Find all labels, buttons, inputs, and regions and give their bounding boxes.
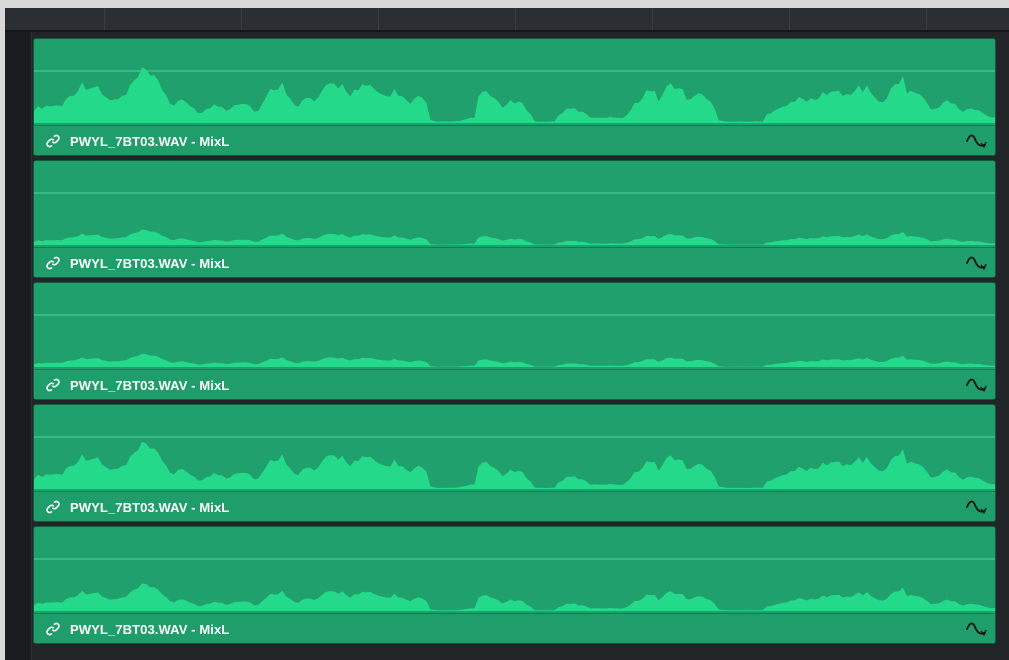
link-icon[interactable] (45, 377, 61, 393)
fade-curve-icon[interactable] (965, 132, 987, 150)
fade-curve-icon[interactable] (965, 620, 987, 638)
audio-clip[interactable]: PWYL_7BT03.WAV - MixL (33, 38, 996, 156)
ruler-tick (104, 8, 105, 30)
ruler-tick (241, 8, 242, 30)
audio-clip[interactable]: PWYL_7BT03.WAV - MixL (33, 404, 996, 522)
ruler-tick (789, 8, 790, 30)
waveform-shape (34, 229, 995, 245)
clip-name-bar: PWYL_7BT03.WAV - MixL (34, 369, 995, 399)
clip-name: PWYL_7BT03.WAV - MixL (70, 134, 230, 149)
waveform (34, 558, 995, 611)
fade-curve-icon[interactable] (965, 254, 987, 272)
timeline-panel: PWYL_7BT03.WAV - MixL PWYL_7BT03.WAV - M… (5, 8, 1009, 660)
waveform-shape (34, 67, 995, 123)
audio-clip[interactable]: PWYL_7BT03.WAV - MixL (33, 282, 996, 400)
link-icon[interactable] (45, 133, 61, 149)
fade-curve-icon[interactable] (965, 376, 987, 394)
link-icon[interactable] (45, 621, 61, 637)
waveform (34, 67, 995, 123)
clip-name: PWYL_7BT03.WAV - MixL (70, 622, 230, 637)
waveform (34, 314, 995, 367)
clip-name-bar: PWYL_7BT03.WAV - MixL (34, 247, 995, 277)
clip-name-bar: PWYL_7BT03.WAV - MixL (34, 613, 995, 643)
waveform-shape (34, 441, 995, 489)
waveform (34, 192, 995, 245)
track-header-gutter (5, 32, 32, 660)
ruler-tick (515, 8, 516, 30)
clip-name: PWYL_7BT03.WAV - MixL (70, 256, 230, 271)
ruler-tick (652, 8, 653, 30)
clip-name: PWYL_7BT03.WAV - MixL (70, 500, 230, 515)
clip-name-bar: PWYL_7BT03.WAV - MixL (34, 491, 995, 521)
waveform-shape (34, 583, 995, 611)
audio-clip[interactable]: PWYL_7BT03.WAV - MixL (33, 526, 996, 644)
clip-name-bar: PWYL_7BT03.WAV - MixL (34, 125, 995, 155)
link-icon[interactable] (45, 499, 61, 515)
clip-name: PWYL_7BT03.WAV - MixL (70, 378, 230, 393)
audio-clip[interactable]: PWYL_7BT03.WAV - MixL (33, 160, 996, 278)
waveform-shape (34, 353, 995, 367)
ruler-tick (926, 8, 927, 30)
link-icon[interactable] (45, 255, 61, 271)
timeline-ruler[interactable] (5, 8, 1009, 32)
ruler-tick (378, 8, 379, 30)
waveform (34, 436, 995, 489)
fade-curve-icon[interactable] (965, 498, 987, 516)
